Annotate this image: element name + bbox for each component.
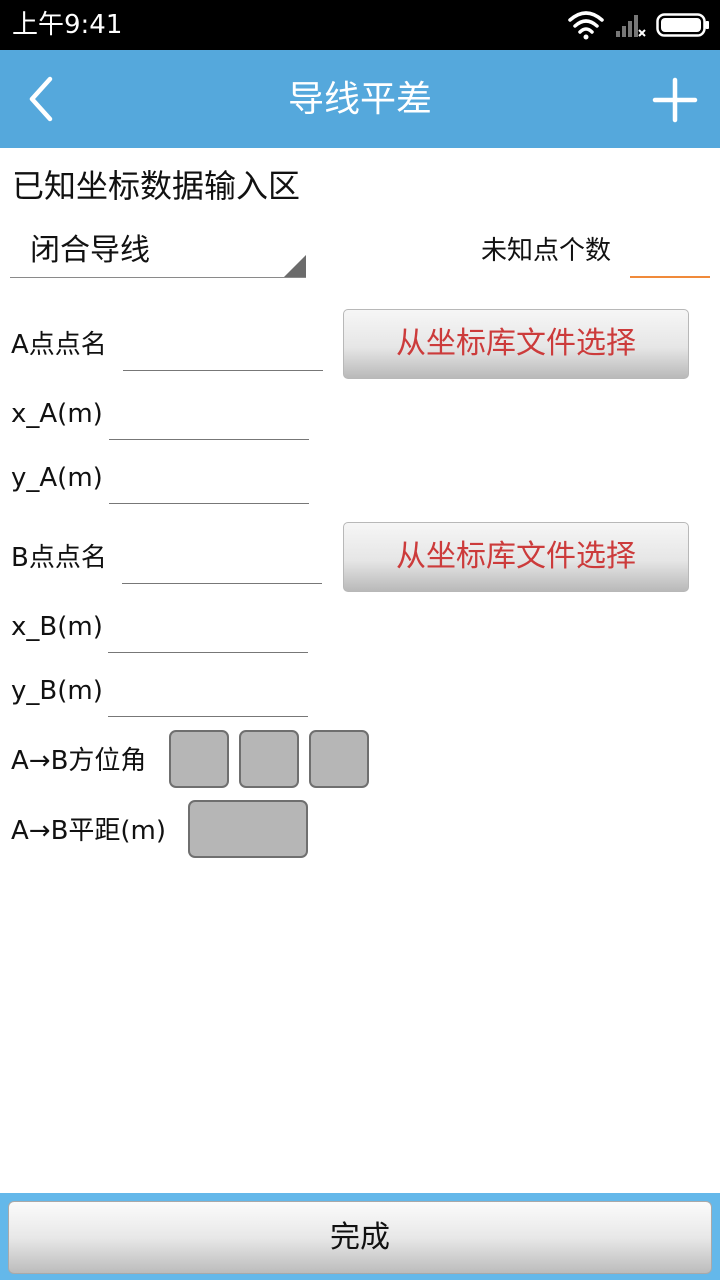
- distance-box[interactable]: [188, 800, 308, 858]
- x-b-input[interactable]: [108, 613, 308, 653]
- footer-bar: 完成: [0, 1193, 720, 1280]
- x-a-label: x_A(m): [11, 399, 103, 429]
- page-title: 导线平差: [287, 79, 432, 120]
- point-a-name-input[interactable]: [123, 331, 323, 371]
- point-b-select-button[interactable]: 从坐标库文件选择: [343, 522, 689, 592]
- status-time: 上午9:41: [12, 10, 123, 40]
- plus-icon[interactable]: [652, 77, 698, 123]
- traverse-type-dropdown[interactable]: 闭合导线: [10, 226, 306, 278]
- battery-icon: [656, 13, 709, 37]
- y-a-label: y_A(m): [11, 463, 103, 493]
- azimuth-seconds-box[interactable]: [309, 730, 369, 788]
- status-bar: 上午9:41: [0, 0, 720, 50]
- distance-label: A→B平距(m): [11, 816, 167, 846]
- section-title: 已知坐标数据输入区: [12, 167, 301, 205]
- azimuth-degrees-box[interactable]: [169, 730, 229, 788]
- unknown-points-label: 未知点个数: [481, 236, 612, 266]
- traverse-type-value: 闭合导线: [30, 233, 150, 268]
- y-b-label: y_B(m): [11, 676, 103, 706]
- unknown-points-input[interactable]: [630, 236, 710, 278]
- point-a-name-label: A点点名: [11, 330, 107, 360]
- y-a-input[interactable]: [109, 464, 309, 504]
- azimuth-label: A→B方位角: [11, 746, 147, 776]
- wifi-icon: [568, 11, 604, 40]
- x-a-input[interactable]: [109, 400, 309, 440]
- y-b-input[interactable]: [108, 677, 308, 717]
- dropdown-corner-icon: [284, 255, 306, 277]
- x-b-label: x_B(m): [11, 612, 103, 642]
- point-b-name-label: B点点名: [11, 543, 107, 573]
- done-button[interactable]: 完成: [8, 1201, 712, 1274]
- signal-icon: [616, 15, 646, 37]
- point-a-select-button[interactable]: 从坐标库文件选择: [343, 309, 689, 379]
- azimuth-minutes-box[interactable]: [239, 730, 299, 788]
- point-b-name-input[interactable]: [122, 544, 322, 584]
- title-bar: 导线平差: [0, 50, 720, 148]
